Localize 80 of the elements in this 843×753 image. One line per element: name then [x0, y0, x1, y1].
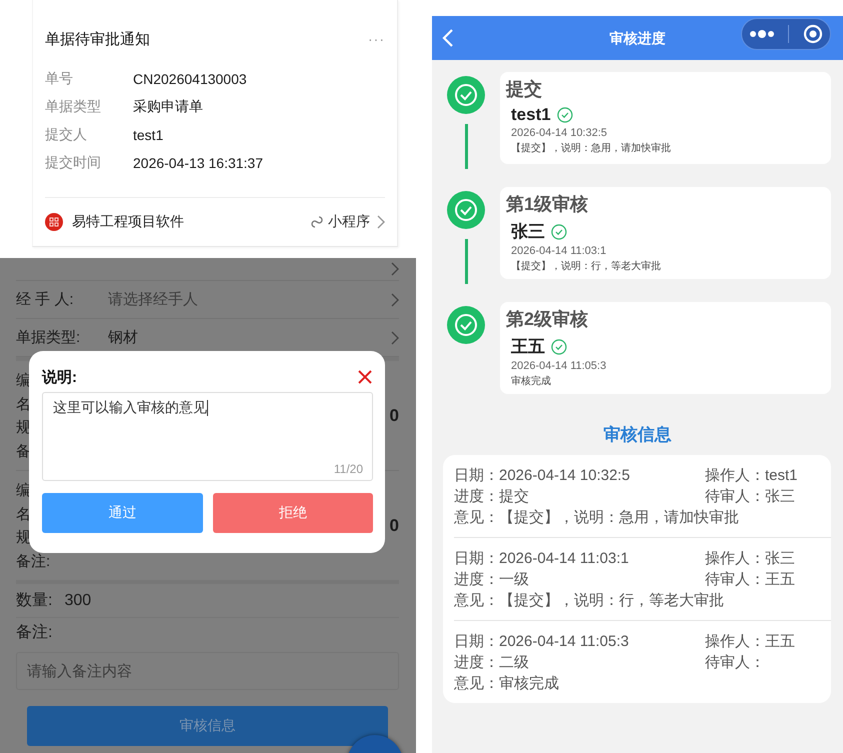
- step-note: 【提交】，说明：行，等老大审批: [511, 260, 662, 273]
- person-name: test1: [511, 105, 551, 125]
- back-icon[interactable]: [442, 28, 454, 48]
- step-time: 2026-04-14 11:05:3: [511, 360, 608, 372]
- record-stage: 进度：二级: [454, 653, 530, 673]
- seal-icon: [45, 213, 63, 231]
- record-stage: 进度：提交: [454, 487, 530, 507]
- field-label: 单号: [45, 70, 74, 88]
- record-reviewer: 待审人：王五: [705, 570, 796, 590]
- record-stage: 进度：一级: [454, 570, 530, 590]
- section-title: 审核信息: [602, 424, 672, 446]
- step-title: 第1级审核: [506, 193, 590, 216]
- field-value: 采购申请单: [133, 98, 203, 116]
- record-operator: 操作人：张三: [705, 549, 796, 569]
- field-value: test1: [133, 127, 164, 143]
- link-icon: [310, 215, 324, 229]
- more-icon[interactable]: [748, 29, 775, 39]
- person-name: 王五: [511, 336, 545, 358]
- record-date: 日期：2026-04-14 11:05:3: [454, 632, 630, 652]
- field-label: 单据类型: [45, 98, 102, 116]
- record-reviewer: 待审人：张三: [705, 487, 796, 507]
- check-circle-icon: [447, 191, 485, 229]
- select-placeholder[interactable]: 请选择经手人: [108, 290, 390, 309]
- quantity-value: 300: [64, 592, 92, 610]
- check-icon: [551, 224, 567, 240]
- record-date: 日期：2026-04-14 10:32:5: [454, 466, 631, 486]
- item-amount: 0: [390, 516, 399, 536]
- field-label: 经 手 人:: [16, 290, 75, 309]
- check-icon: [556, 107, 573, 123]
- card-title: 单据待审批通知: [45, 30, 150, 48]
- dialog-label: 说明:: [42, 368, 77, 386]
- step-title: 提交: [506, 78, 543, 101]
- review-info-button[interactable]: 审核信息: [27, 706, 388, 746]
- field-value: CN202604130003: [133, 71, 247, 87]
- field-label: 提交人: [45, 126, 88, 144]
- item-amount: 0: [390, 406, 399, 426]
- reject-button[interactable]: 拒绝: [212, 493, 373, 533]
- step-time: 2026-04-14 10:32:5: [511, 127, 608, 139]
- step-note: 审核完成: [511, 374, 552, 388]
- remark-field[interactable]: 请输入备注内容: [16, 652, 399, 690]
- comment-field[interactable]: 这里可以输入审核的意见 11/20: [42, 392, 373, 481]
- step-time: 2026-04-14 11:03:1: [511, 245, 608, 257]
- remark-label: 备注:: [16, 622, 54, 643]
- timeline-line: [464, 124, 468, 169]
- field-label: 单据类型:: [16, 328, 82, 347]
- item-label: 名: [16, 504, 32, 524]
- chevron-right-icon: [390, 292, 399, 306]
- item-label: 备: [16, 442, 31, 462]
- quantity-label: 数量:: [16, 591, 52, 611]
- check-icon: [551, 338, 567, 354]
- more-button[interactable]: ···: [368, 31, 385, 47]
- close-icon[interactable]: [357, 369, 373, 385]
- approve-button[interactable]: 通过: [42, 493, 202, 533]
- char-counter: 11/20: [334, 462, 363, 476]
- page-title: 审核进度: [610, 29, 666, 48]
- check-circle-icon: [447, 306, 485, 344]
- field-label: 提交时间: [45, 154, 102, 172]
- record-date: 日期：2026-04-14 11:03:1: [454, 549, 630, 569]
- record-operator: 操作人：王五: [705, 632, 796, 652]
- chevron-right-icon: [390, 330, 399, 344]
- item-label: 名: [16, 394, 31, 414]
- timeline-line: [464, 239, 468, 284]
- record-opinion: 意见：【提交】，说明：行，等老大审批: [454, 591, 725, 611]
- target-icon[interactable]: [803, 24, 824, 44]
- field-value: 2026-04-13 16:31:37: [133, 155, 263, 171]
- record-reviewer: 待审人：: [705, 653, 766, 673]
- step-note: 【提交】，说明：急用，请加快审批: [511, 142, 672, 155]
- record-opinion: 意见：【提交】，说明：急用，请加快审批: [454, 508, 740, 528]
- record-opinion: 意见：审核完成: [454, 674, 560, 694]
- chevron-right-icon: [390, 262, 399, 276]
- check-circle-icon: [447, 76, 485, 114]
- record-operator: 操作人：test1: [705, 466, 799, 486]
- step-title: 第2级审核: [506, 308, 590, 331]
- select-value[interactable]: 钢材: [108, 328, 390, 347]
- app-name: 易特工程项目软件: [72, 213, 185, 231]
- mini-program-link[interactable]: 小程序: [328, 213, 370, 231]
- item-label: 备注:: [16, 552, 50, 572]
- chevron-right-icon: [376, 215, 385, 229]
- comment-text: 这里可以输入审核的意见: [53, 399, 207, 415]
- person-name: 张三: [511, 221, 545, 243]
